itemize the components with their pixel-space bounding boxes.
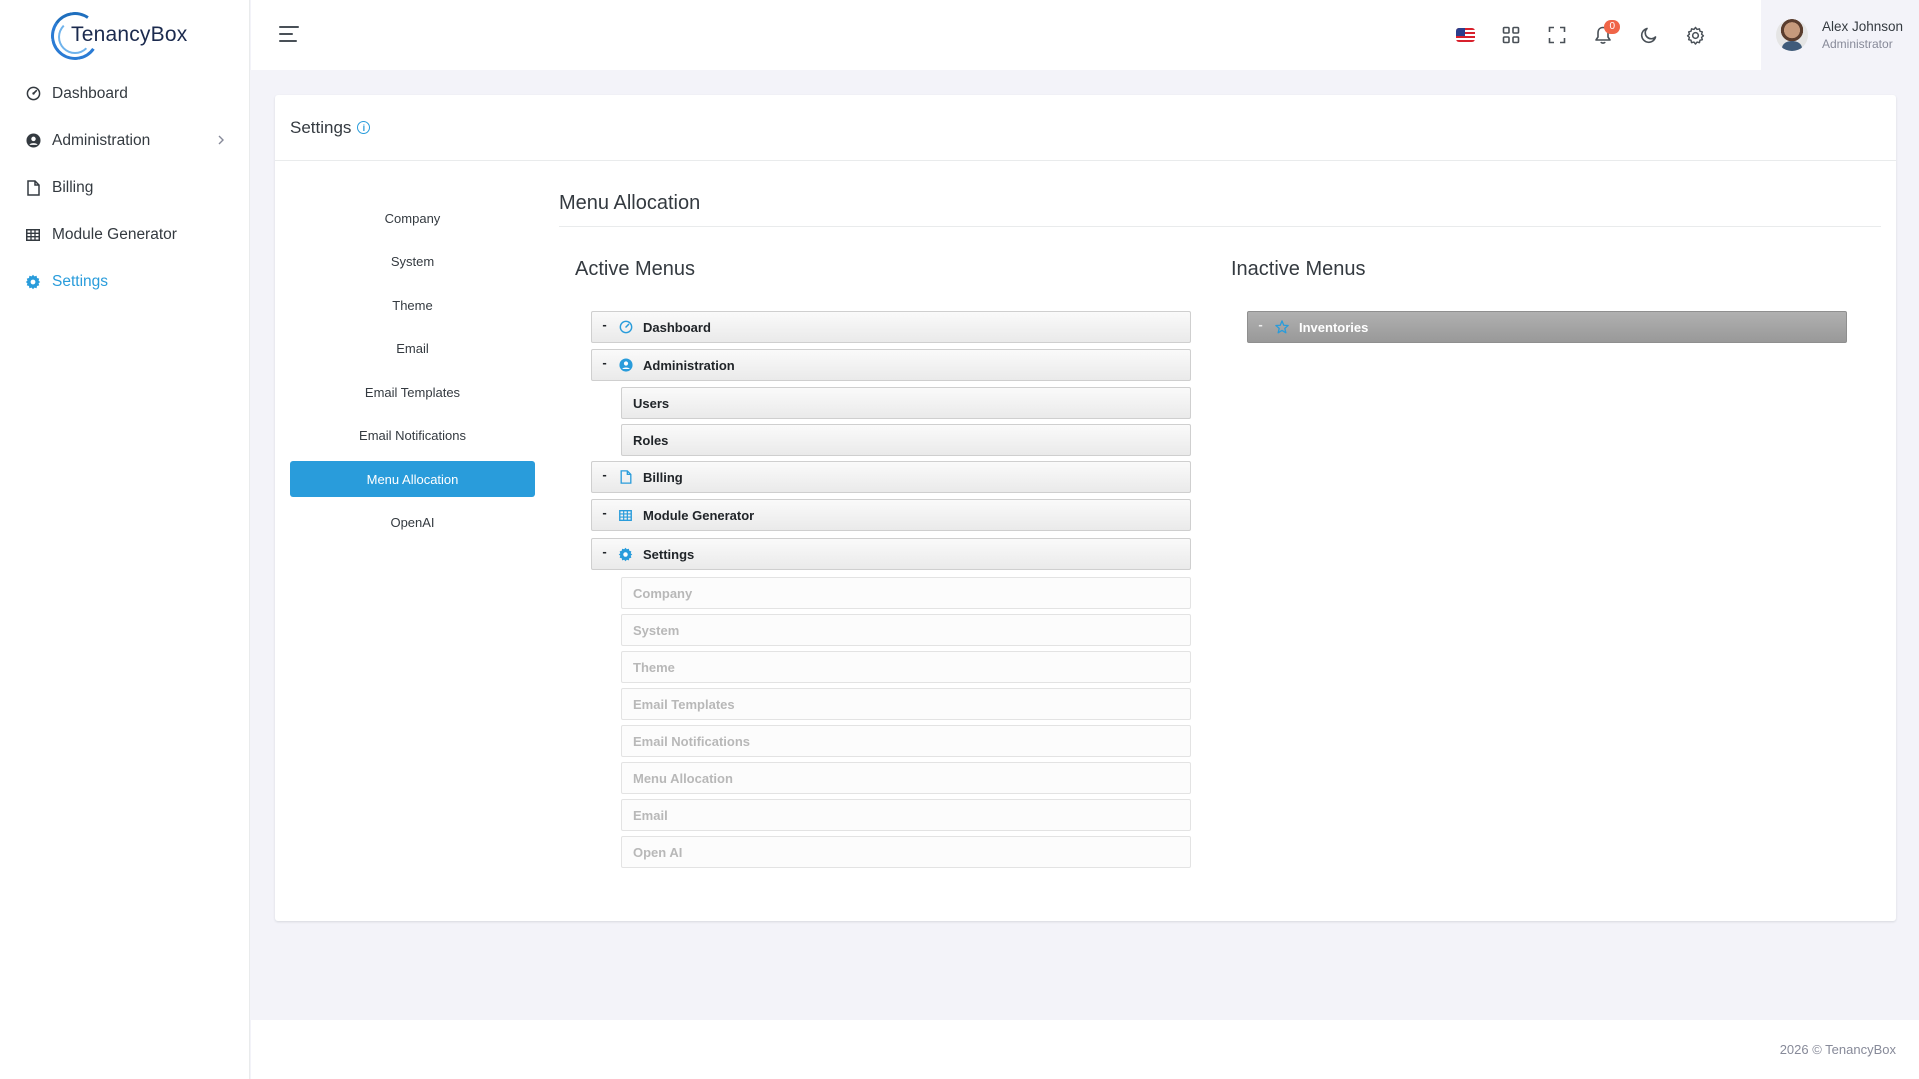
sidebar-item-module-generator[interactable]: Module Generator [0, 211, 249, 258]
menu-item-label: Email [633, 807, 668, 823]
language-flag-icon[interactable] [1442, 12, 1488, 58]
settings-tab-company[interactable]: Company [290, 200, 535, 236]
menu-item-label: Roles [633, 432, 669, 448]
sidebar-item-administration[interactable]: Administration [0, 117, 249, 164]
collapse-toggle[interactable]: - [592, 317, 617, 332]
footer: 2026 © TenancyBox [251, 1020, 1919, 1079]
collapse-toggle[interactable]: - [592, 355, 617, 370]
fullscreen-icon[interactable] [1534, 12, 1580, 58]
topbar-actions: 0 [1442, 0, 1718, 70]
topbar: 0 Alex Johnson Administrator [251, 0, 1919, 70]
info-icon[interactable]: i [357, 121, 371, 134]
user-name: Alex Johnson [1822, 19, 1904, 34]
sidebar-item-label: Settings [52, 272, 109, 290]
menu-item-settings-open-ai[interactable]: Open AI [621, 836, 1191, 868]
notification-count-badge: 0 [1604, 20, 1620, 34]
menu-item-settings-company[interactable]: Company [621, 577, 1191, 609]
gear-icon [617, 546, 634, 563]
collapse-toggle[interactable]: - [592, 467, 617, 482]
menu-item-label: Module Generator [643, 507, 755, 523]
sidebar-nav: Dashboard Administration Billing Module … [0, 70, 249, 305]
file-icon [617, 469, 634, 486]
sidebar-item-dashboard[interactable]: Dashboard [0, 70, 249, 117]
menu-item-label: Email Templates [633, 696, 735, 712]
inactive-menus-title: Inactive Menus [1231, 258, 1366, 280]
divider [559, 226, 1881, 227]
settings-card: Settings i Company System Theme Email Em… [275, 95, 1896, 921]
section-title: Menu Allocation [559, 192, 701, 214]
menu-item-settings-theme[interactable]: Theme [621, 651, 1191, 683]
sidebar: TenancyBox Dashboard Administration Bill… [0, 0, 250, 1079]
settings-gear-icon[interactable] [1672, 12, 1718, 58]
card-header: Settings i [275, 95, 1896, 161]
menu-item-dashboard[interactable]: - Dashboard [591, 311, 1191, 343]
notification-bell-icon[interactable]: 0 [1580, 12, 1626, 58]
menu-item-label: Dashboard [643, 319, 711, 335]
chevron-right-icon [217, 133, 225, 148]
menu-item-administration[interactable]: - Administration [591, 349, 1191, 381]
user-role: Administrator [1822, 37, 1893, 51]
menu-item-label: Inventories [1299, 319, 1369, 335]
sidebar-item-label: Billing [52, 178, 94, 196]
menu-item-settings[interactable]: - Settings [591, 538, 1191, 570]
settings-tab-email-templates[interactable]: Email Templates [290, 374, 535, 410]
collapse-toggle[interactable]: - [592, 505, 617, 520]
menu-item-label: Theme [633, 659, 675, 675]
settings-tab-menu-allocation[interactable]: Menu Allocation [290, 461, 535, 497]
menu-item-label: Company [633, 585, 693, 601]
menu-toggle-icon[interactable] [279, 26, 299, 42]
settings-tab-openai[interactable]: OpenAI [290, 505, 535, 541]
file-icon [25, 179, 41, 196]
menu-item-label: Settings [643, 546, 695, 562]
menu-item-label: Open AI [633, 844, 683, 860]
menu-item-label: Users [633, 395, 670, 411]
menu-item-label: System [633, 622, 680, 638]
logo[interactable]: TenancyBox [0, 0, 249, 70]
sidebar-item-label: Administration [52, 131, 151, 149]
collapse-toggle[interactable]: - [1248, 317, 1273, 332]
apps-grid-icon[interactable] [1488, 12, 1534, 58]
user-profile-menu[interactable]: Alex Johnson Administrator [1761, 0, 1919, 70]
settings-tab-email-notifications[interactable]: Email Notifications [290, 418, 535, 454]
menu-item-label: Administration [643, 357, 735, 373]
menu-item-inventories[interactable]: - Inventories [1247, 311, 1847, 343]
user-circle-icon [25, 133, 41, 149]
sidebar-item-label: Dashboard [52, 84, 128, 102]
menu-item-label: Menu Allocation [633, 770, 733, 786]
sidebar-item-label: Module Generator [52, 225, 177, 243]
page-title: Settings [290, 117, 352, 137]
collapse-toggle[interactable]: - [592, 544, 617, 559]
active-menus-title: Active Menus [575, 258, 696, 280]
grid-icon [25, 227, 41, 243]
menu-item-settings-email-templates[interactable]: Email Templates [621, 688, 1191, 720]
sidebar-item-billing[interactable]: Billing [0, 164, 249, 211]
dark-mode-icon[interactable] [1626, 12, 1672, 58]
menu-item-settings-email-notifications[interactable]: Email Notifications [621, 725, 1191, 757]
settings-tab-theme[interactable]: Theme [290, 287, 535, 323]
star-icon [1273, 319, 1290, 336]
menu-item-settings-system[interactable]: System [621, 614, 1191, 646]
menu-item-label: Email Notifications [633, 733, 751, 749]
sidebar-item-settings[interactable]: Settings [0, 258, 249, 305]
avatar [1776, 19, 1808, 51]
settings-nav: Company System Theme Email Email Templat… [290, 200, 535, 548]
speedometer-icon [617, 319, 634, 336]
grid-icon [617, 507, 634, 524]
gear-icon [25, 274, 41, 290]
menu-item-module-generator[interactable]: - Module Generator [591, 499, 1191, 531]
settings-tab-system[interactable]: System [290, 244, 535, 280]
menu-item-users[interactable]: Users [621, 387, 1191, 419]
menu-item-billing[interactable]: - Billing [591, 461, 1191, 493]
footer-copyright: 2026 © TenancyBox [1779, 1042, 1896, 1057]
menu-item-settings-menu-allocation[interactable]: Menu Allocation [621, 762, 1191, 794]
brand-name: TenancyBox [71, 23, 188, 46]
menu-item-roles[interactable]: Roles [621, 424, 1191, 456]
menu-item-label: Billing [643, 469, 683, 485]
speedometer-icon [25, 86, 41, 102]
settings-tab-email[interactable]: Email [290, 331, 535, 367]
menu-item-settings-email[interactable]: Email [621, 799, 1191, 831]
user-circle-icon [617, 357, 634, 374]
